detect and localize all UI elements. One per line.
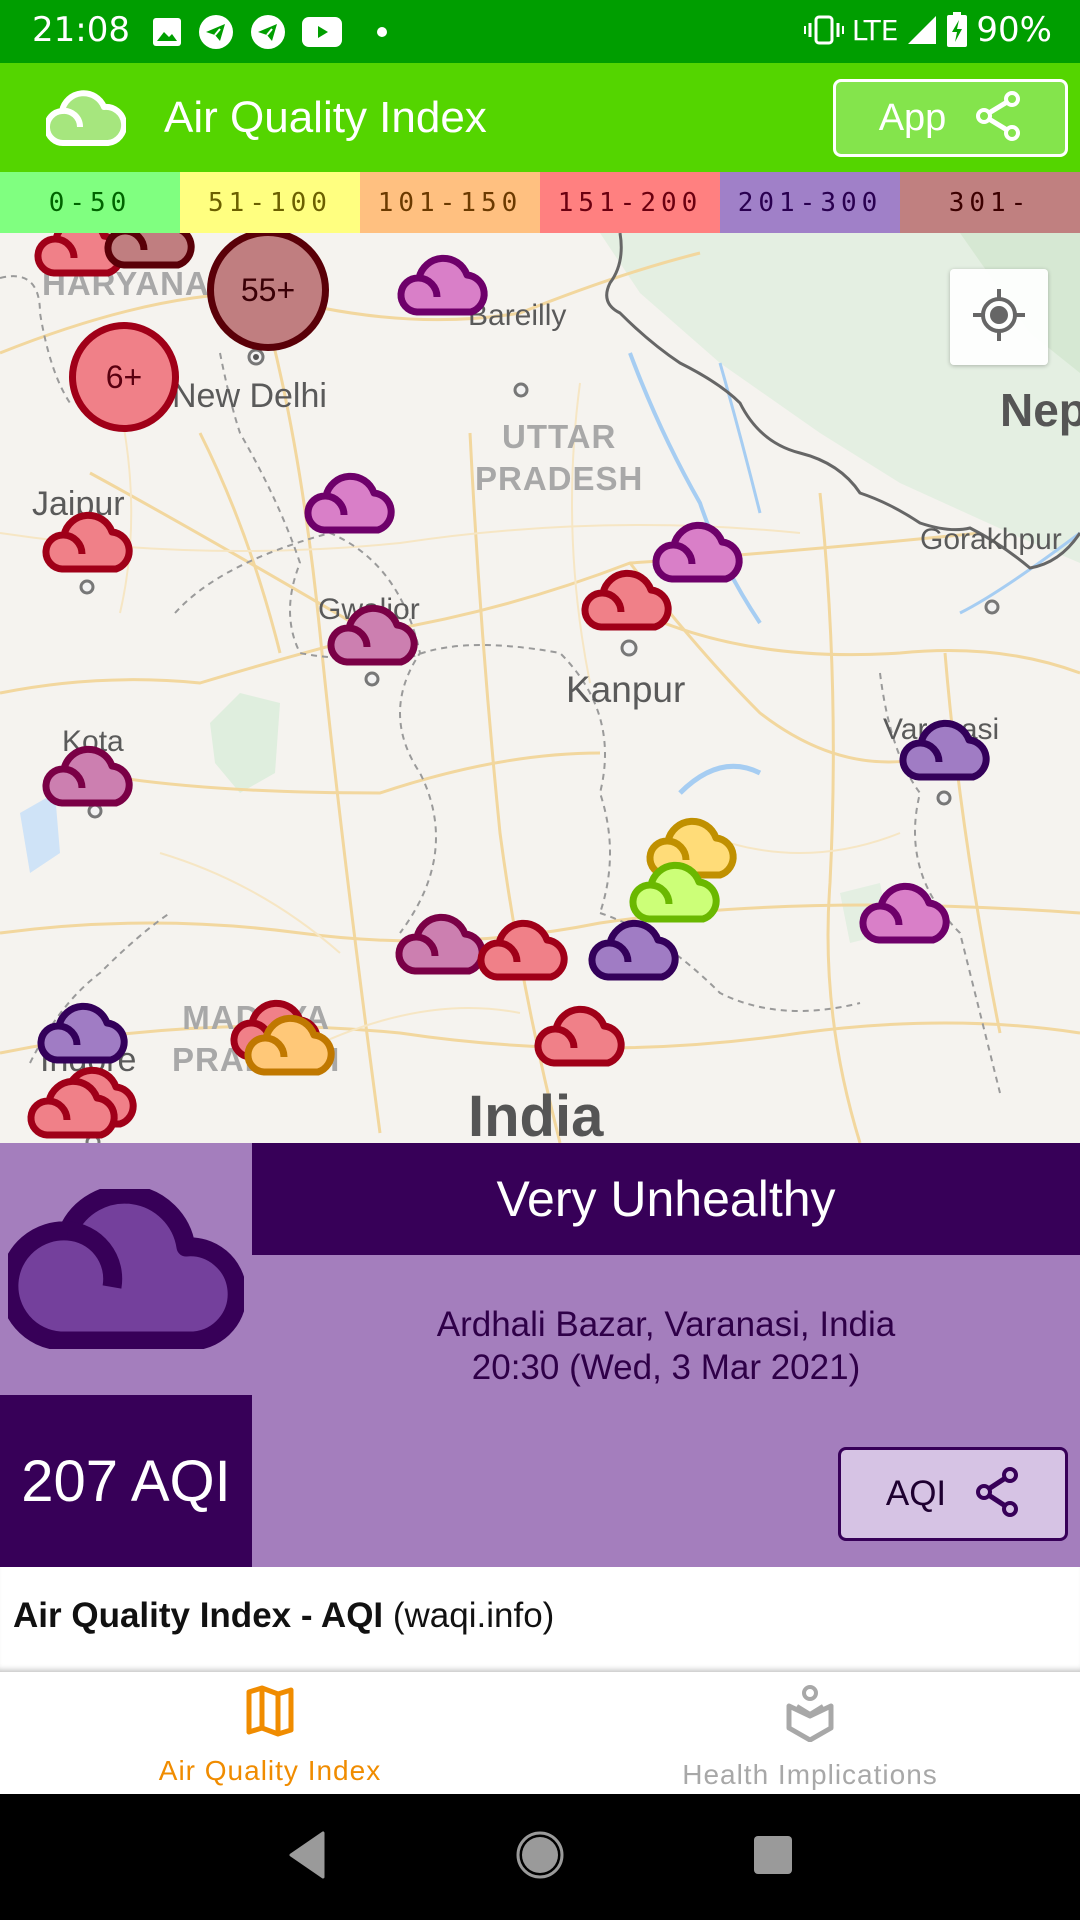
network-type: LTE — [851, 13, 899, 47]
legend-very-unhealthy: 201-300 — [720, 172, 900, 233]
back-button[interactable] — [267, 1817, 347, 1897]
station-marker-very-unhealthy-pink[interactable] — [395, 251, 491, 322]
recents-button[interactable] — [733, 1817, 813, 1897]
tab-label: Health Implications — [682, 1759, 938, 1790]
dot-icon — [376, 26, 388, 38]
station-info-panel: Very Unhealthy Ardhali Bazar, Varanasi, … — [0, 1143, 1080, 1567]
legend-range: 201-300 — [737, 187, 883, 218]
map-label-gorakhpur: Gorakhpur — [920, 523, 1062, 556]
telegram-icon — [250, 14, 286, 50]
station-marker-unhealthy[interactable] — [475, 916, 571, 987]
system-navigation-bar — [0, 1794, 1080, 1920]
legend-range: 51-100 — [208, 187, 332, 218]
notification-icons — [152, 14, 388, 50]
recents-icon — [752, 1834, 794, 1881]
map-icon — [243, 1684, 297, 1743]
app-bar: Air Quality Index App — [0, 63, 1080, 172]
station-marker-very-unhealthy[interactable] — [897, 716, 993, 787]
legend-hazardous: 301- — [900, 172, 1080, 233]
share-aqi-button[interactable]: AQI — [838, 1447, 1068, 1541]
tab-health-implications[interactable]: Health Implications — [540, 1672, 1080, 1794]
map-label-kanpur: Kanpur — [566, 669, 686, 710]
aqi-value: 207 AQI — [0, 1395, 252, 1567]
legend-unhealthy: 151-200 — [540, 172, 720, 233]
cloud-logo-icon — [44, 85, 128, 149]
cluster-marker-6[interactable]: 6+ — [69, 322, 179, 432]
legend-range: 0-50 — [48, 187, 132, 218]
station-marker-very-unhealthy-pink[interactable] — [302, 469, 398, 540]
credit-bar[interactable]: Air Quality Index - AQI (waqi.info) — [0, 1567, 1080, 1672]
credit-title: Air Quality Index - AQI — [13, 1596, 384, 1635]
telegram-icon — [198, 14, 234, 50]
my-location-icon — [971, 287, 1027, 348]
station-details: Ardhali Bazar, Varanasi, India 20:30 (We… — [252, 1303, 1080, 1389]
gallery-icon — [152, 17, 182, 47]
map-label-uttar-pradesh: UTTAR PRADESH — [475, 416, 643, 500]
station-marker-sensitive[interactable] — [242, 1011, 338, 1082]
station-marker-unhealthy[interactable] — [532, 1002, 628, 1073]
cluster-marker-55[interactable]: 55+ — [207, 233, 329, 351]
aqi-legend: 0-50 51-100 101-150 151-200 201-300 301- — [0, 172, 1080, 233]
aqi-cloud-icon — [0, 1143, 252, 1395]
cluster-count: 55+ — [240, 271, 296, 308]
station-marker-very-unhealthy-pink[interactable] — [857, 879, 953, 950]
map-label-nepal: Nep — [1000, 384, 1080, 436]
health-reader-icon — [783, 1684, 837, 1747]
share-icon — [974, 90, 1022, 147]
legend-range: 101-150 — [377, 187, 523, 218]
share-app-button[interactable]: App — [833, 79, 1068, 157]
bottom-navigation: Air Quality Index Health Implications — [0, 1672, 1080, 1794]
map-label-india: India — [468, 1084, 604, 1143]
legend-good: 0-50 — [0, 172, 180, 233]
status-time: 21:08 — [32, 10, 130, 50]
station-location: Ardhali Bazar, Varanasi, India — [436, 1305, 896, 1344]
tab-air-quality-index[interactable]: Air Quality Index — [0, 1672, 540, 1794]
signal-icon — [906, 14, 938, 46]
map-label-new-delhi: New Delhi — [172, 377, 327, 415]
station-marker-unhealthy[interactable] — [40, 508, 136, 579]
credit-source: (waqi.info) — [383, 1596, 555, 1635]
aqi-category: Very Unhealthy — [252, 1143, 1080, 1255]
state-line: UTTAR — [501, 418, 617, 455]
legend-range: 151-200 — [557, 187, 703, 218]
share-icon — [974, 1466, 1020, 1523]
station-marker-very-unhealthy[interactable] — [35, 999, 131, 1070]
battery-level: 90% — [976, 10, 1052, 50]
station-timestamp: 20:30 (Wed, 3 Mar 2021) — [471, 1348, 861, 1387]
back-icon — [287, 1831, 327, 1884]
station-marker-very-unhealthy-mauve[interactable] — [40, 742, 136, 813]
station-marker-very-unhealthy-mauve[interactable] — [325, 601, 421, 672]
youtube-icon — [302, 17, 342, 47]
tab-label: Air Quality Index — [158, 1755, 382, 1786]
system-icons: LTE 90% — [803, 10, 1052, 50]
share-aqi-label: AQI — [885, 1474, 947, 1513]
status-bar: 21:08 LTE 90% — [0, 0, 1080, 63]
station-marker-unhealthy[interactable] — [579, 566, 675, 637]
station-marker-unhealthy[interactable] — [25, 1074, 121, 1143]
home-icon — [515, 1830, 565, 1885]
app-title: Air Quality Index — [164, 93, 487, 142]
vibrate-icon — [803, 13, 844, 47]
my-location-button[interactable] — [950, 269, 1048, 365]
legend-moderate: 51-100 — [180, 172, 360, 233]
legend-range: 301- — [948, 187, 1032, 218]
legend-sensitive: 101-150 — [360, 172, 540, 233]
station-marker-hazardous[interactable] — [102, 233, 198, 275]
state-line: PRADESH — [475, 460, 644, 497]
share-app-label: App — [878, 96, 947, 139]
home-button[interactable] — [500, 1817, 580, 1897]
station-marker-very-unhealthy[interactable] — [586, 916, 682, 987]
cluster-count: 6+ — [105, 358, 143, 395]
credit-text: Air Quality Index - AQI (waqi.info) — [13, 1596, 554, 1636]
aqi-map[interactable]: HARYANA New Delhi Bareilly UTTAR PRADESH… — [0, 233, 1080, 1143]
battery-charging-icon — [946, 12, 968, 48]
